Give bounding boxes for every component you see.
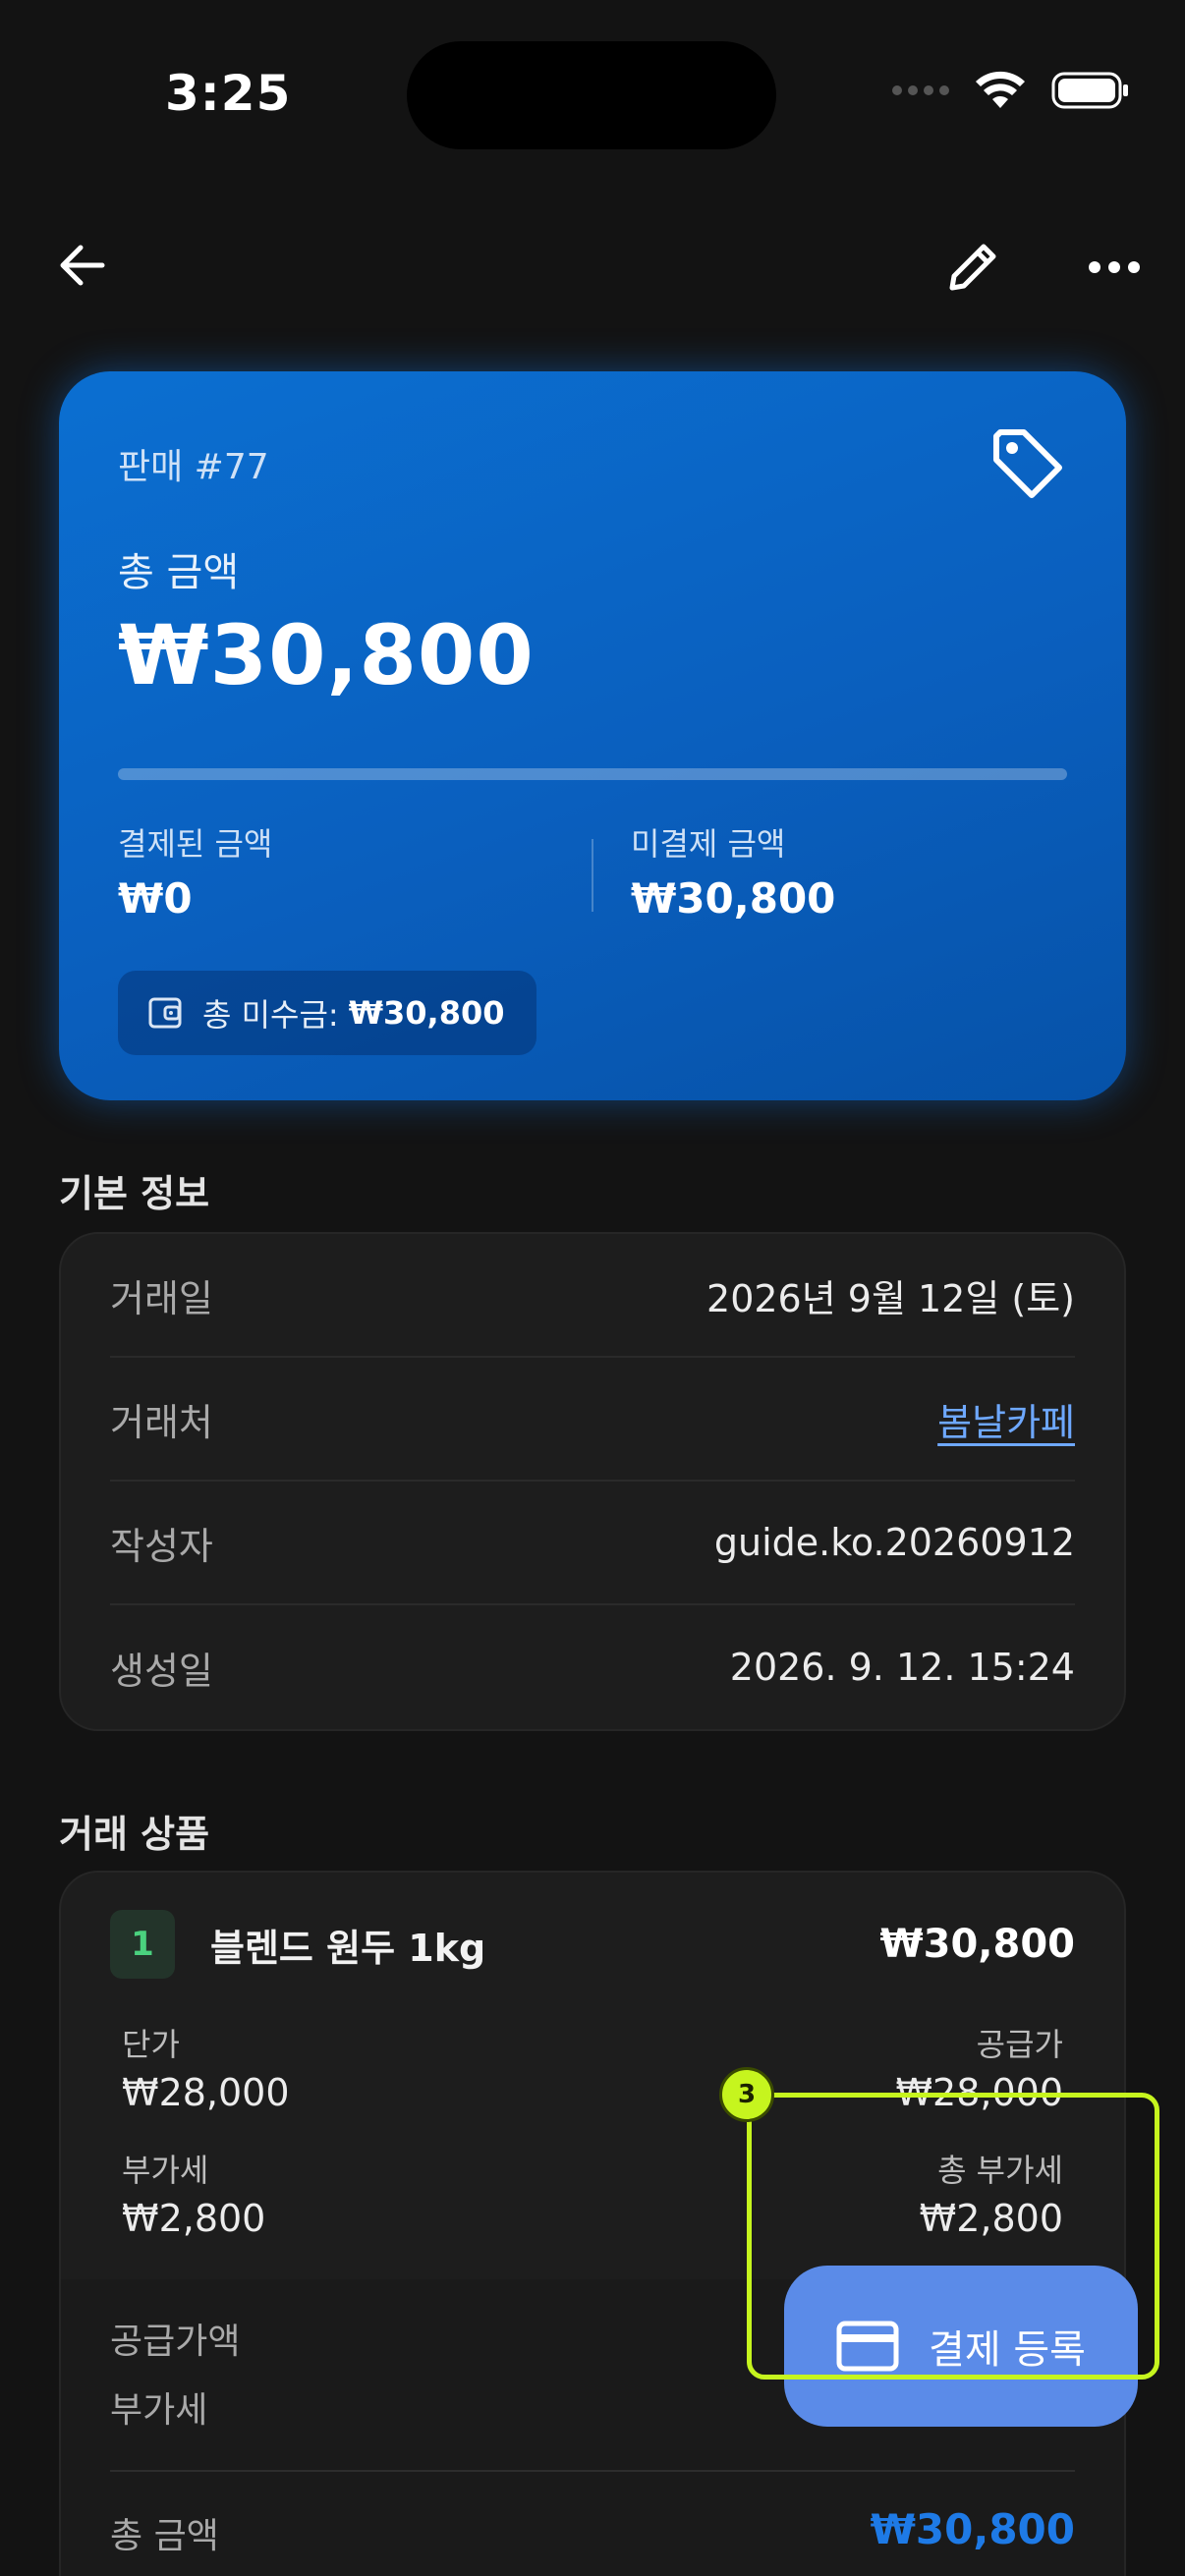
info-label: 거래처: [110, 1400, 213, 1444]
outstanding-value: ₩30,800: [348, 994, 505, 1032]
unpaid-amount: ₩30,800: [631, 874, 836, 923]
product-header: 1 블렌드 원두 1kg: [110, 1910, 485, 1979]
unit-price-label: 단가: [122, 2026, 180, 2063]
paid-amount-label: 결제된 금액: [118, 825, 273, 863]
summary-total-value: ₩30,800: [870, 2505, 1075, 2553]
info-row-created: 생성일 2026. 9. 12. 15:24: [110, 1605, 1075, 1729]
sale-number: 판매 #77: [118, 447, 269, 487]
info-label: 작성자: [110, 1524, 213, 1568]
more-button[interactable]: [1079, 232, 1150, 303]
outstanding-chip: 총 미수금: ₩30,800: [118, 971, 536, 1055]
basic-info-title: 기본 정보: [59, 1172, 210, 1215]
edit-button[interactable]: [937, 232, 1008, 303]
total-amount: ₩30,800: [118, 607, 535, 703]
dynamic-island: [407, 41, 776, 149]
outstanding-label: 총 미수금:: [202, 996, 339, 1034]
hero-divider: [592, 839, 593, 912]
info-value: 2026. 9. 12. 15:24: [729, 1646, 1075, 1689]
unit-price: ₩28,000: [122, 2071, 290, 2114]
payment-progress-bar: [118, 768, 1067, 780]
summary-supply-label: 공급가액: [110, 2322, 241, 2362]
summary-vat-label: 부가세: [110, 2390, 208, 2431]
product-total: ₩30,800: [879, 1922, 1075, 1967]
guide-step-badge: 3: [719, 2067, 774, 2122]
product-name: 블렌드 원두 1kg: [210, 1926, 486, 1970]
paid-amount: ₩0: [118, 874, 193, 923]
status-time: 3:25: [165, 65, 292, 122]
summary-total-label: 총 금액: [110, 2516, 219, 2556]
arrow-left-icon: [60, 245, 105, 286]
summary-divider: [110, 2470, 1075, 2472]
back-button[interactable]: [49, 232, 116, 299]
battery-icon: [1051, 72, 1128, 109]
cellular-signal-icon: [892, 85, 949, 95]
status-icons: [892, 71, 1130, 110]
info-row-author: 작성자 guide.ko.20260912: [110, 1482, 1075, 1605]
sale-summary-card: 판매 #77 총 금액 ₩30,800 결제된 금액 ₩0 미결제 금액 ₩30…: [59, 371, 1126, 1100]
wifi-icon: [976, 71, 1025, 108]
tag-icon: [988, 424, 1067, 507]
pencil-icon: [949, 244, 996, 291]
vat-label: 부가세: [122, 2152, 209, 2189]
info-row-customer: 거래처 봄날카페: [110, 1358, 1075, 1482]
product-index-badge: 1: [110, 1910, 175, 1979]
vat-value: ₩2,800: [122, 2197, 266, 2240]
info-label: 생성일: [110, 1649, 213, 1693]
unpaid-amount-label: 미결제 금액: [631, 825, 786, 863]
products-title: 거래 상품: [59, 1813, 210, 1856]
info-value: guide.ko.20260912: [713, 1521, 1075, 1564]
info-row-date: 거래일 2026년 9월 12일 (토): [110, 1234, 1075, 1358]
total-amount-label: 총 금액: [118, 550, 240, 595]
supply-label: 공급가: [976, 2026, 1063, 2063]
info-label: 거래일: [110, 1276, 213, 1320]
info-value: 2026년 9월 12일 (토): [706, 1276, 1075, 1320]
basic-info-card: 거래일 2026년 9월 12일 (토) 거래처 봄날카페 작성자 guide.…: [59, 1232, 1126, 1731]
customer-link[interactable]: 봄날카페: [937, 1392, 1075, 1446]
sale-detail-screen: 3:25 판매 #77 총 금액 ₩30,800 결제된 금액 ₩0 미결제 금…: [0, 0, 1185, 2576]
more-horizontal-icon: [1089, 261, 1140, 273]
guide-highlight-box: [747, 2093, 1159, 2380]
wallet-icon: [148, 997, 182, 1029]
